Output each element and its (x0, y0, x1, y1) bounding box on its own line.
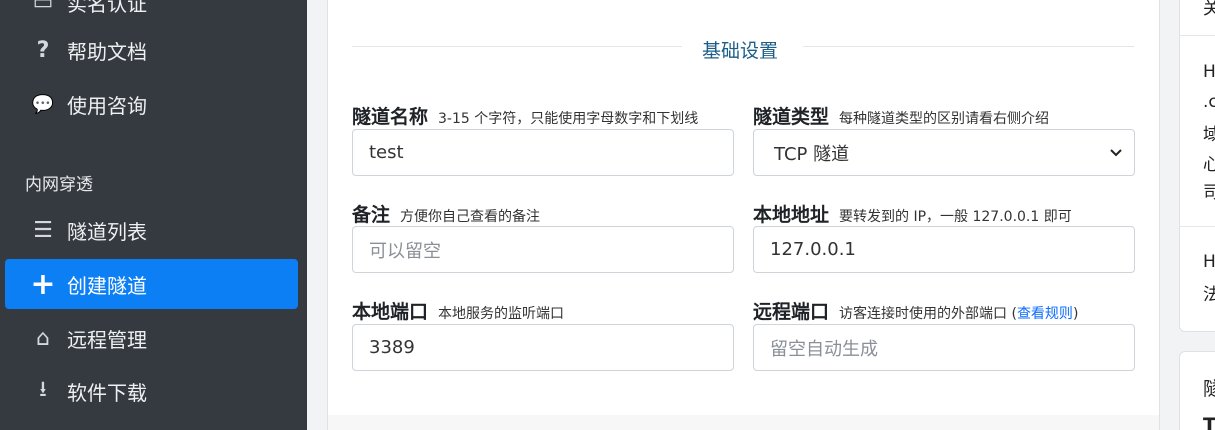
field-label-main: 远程端口 (753, 301, 830, 323)
id-card-icon: ▭ (32, 0, 54, 15)
field-help: 每种隧道类型的区别请看右侧介绍 (839, 111, 1050, 127)
field-help: 3-15 个字符，只能使用字母数字和下划线 (438, 111, 699, 127)
sidebar-item-label: 远程管理 (67, 327, 147, 352)
right-divider (1180, 226, 1215, 227)
tunnel-type-label: 隧道类型 每种隧道类型的区别请看右侧介绍 (753, 102, 1049, 129)
section-divider-right (803, 46, 1134, 47)
sidebar-section-header: 内网穿透 (25, 175, 93, 195)
right-text: T (1203, 414, 1215, 430)
local-address-value: 127.0.0.1 (770, 239, 856, 260)
right-text: 心 (1203, 155, 1215, 175)
field-label-main: 隧道类型 (753, 106, 830, 128)
field-help: 访客连接时使用的外部端口 (查看规则) (839, 303, 1078, 323)
section-divider-left (352, 46, 682, 47)
field-label-main: 本地端口 (352, 301, 429, 323)
right-text: 隧 (1203, 378, 1215, 400)
right-divider (1180, 35, 1215, 36)
field-help-text: 访客连接时使用的外部端口 ( (839, 306, 1017, 322)
field-label-main: 隧道名称 (352, 106, 429, 128)
sidebar-item-remote-manage[interactable]: ⌂ 远程管理 (5, 313, 298, 363)
remote-icon: ⌂ (36, 325, 50, 351)
content-gutter (307, 0, 327, 430)
field-help: 要转发到的 IP，一般 127.0.0.1 即可 (839, 209, 1072, 225)
right-text: 关 (1203, 0, 1215, 19)
right-text: 域 (1203, 125, 1215, 145)
question-icon: ? (36, 37, 50, 63)
right-text: .c (1203, 92, 1215, 112)
field-label-main: 备注 (352, 204, 391, 226)
local-port-input[interactable]: 3389 (352, 324, 734, 371)
local-address-input[interactable]: 127.0.0.1 (753, 226, 1135, 273)
sidebar-item-create-tunnel[interactable]: + 创建隧道 (5, 259, 298, 309)
field-help: 方便你自己查看的备注 (400, 209, 541, 225)
section-title: 基础设置 (702, 40, 779, 62)
sidebar-item-label: 帮助文档 (67, 39, 147, 64)
field-help-end: ) (1072, 306, 1079, 322)
download-icon: ⭳ (39, 377, 47, 402)
remark-placeholder: 可以留空 (369, 240, 441, 262)
field-help: 本地服务的监听端口 (438, 306, 565, 322)
sidebar-item-label: 隧道列表 (67, 219, 147, 244)
sidebar-item-consult[interactable]: 💬 使用咨询 (5, 79, 298, 129)
view-rules-link[interactable]: 查看规则 (1017, 306, 1073, 322)
sidebar-item-verify[interactable]: ▭ 实名认证 (5, 0, 298, 27)
sidebar-item-download[interactable]: ⭳ 软件下载 (5, 366, 298, 416)
tunnel-name-label: 隧道名称 3-15 个字符，只能使用字母数字和下划线 (352, 102, 698, 129)
chevron-down-icon (1110, 145, 1122, 161)
right-text: H (1203, 252, 1215, 272)
sidebar: ▭ 实名认证 ? 帮助文档 💬 使用咨询 内网穿透 ☰ 隧道列表 + 创建隧道 … (0, 0, 307, 430)
tunnel-type-select[interactable]: TCP 隧道 (753, 129, 1135, 176)
sidebar-item-label: 实名认证 (67, 0, 147, 16)
sidebar-item-label: 软件下载 (67, 380, 147, 405)
sidebar-item-label: 使用咨询 (67, 93, 147, 118)
local-address-label: 本地地址 要转发到的 IP，一般 127.0.0.1 即可 (753, 200, 1072, 227)
local-port-label: 本地端口 本地服务的监听端口 (352, 297, 564, 324)
sidebar-item-help-docs[interactable]: ? 帮助文档 (5, 25, 298, 75)
tunnel-name-value: test (369, 142, 404, 163)
remote-port-placeholder: 留空自动生成 (770, 338, 878, 360)
sidebar-item-tunnel-list[interactable]: ☰ 隧道列表 (5, 205, 298, 255)
field-label-main: 本地地址 (753, 204, 830, 226)
local-port-value: 3389 (369, 337, 415, 358)
card-footer (327, 415, 1160, 430)
remark-input[interactable]: 可以留空 (352, 226, 734, 273)
plus-icon: + (30, 266, 56, 302)
sidebar-item-label: 创建隧道 (67, 273, 147, 298)
tunnel-type-value: TCP 隧道 (774, 143, 850, 165)
tunnel-name-input[interactable]: test (352, 129, 734, 176)
list-icon: ☰ (33, 217, 53, 243)
right-text: 司 (1203, 183, 1215, 203)
remote-port-label: 远程端口 访客连接时使用的外部端口 (查看规则) (753, 297, 1078, 324)
remote-port-input[interactable]: 留空自动生成 (753, 324, 1135, 371)
right-text: H (1203, 62, 1215, 82)
chat-icon: 💬 (31, 93, 55, 115)
right-text: 法 (1203, 285, 1215, 305)
remark-label: 备注 方便你自己查看的备注 (352, 200, 540, 227)
